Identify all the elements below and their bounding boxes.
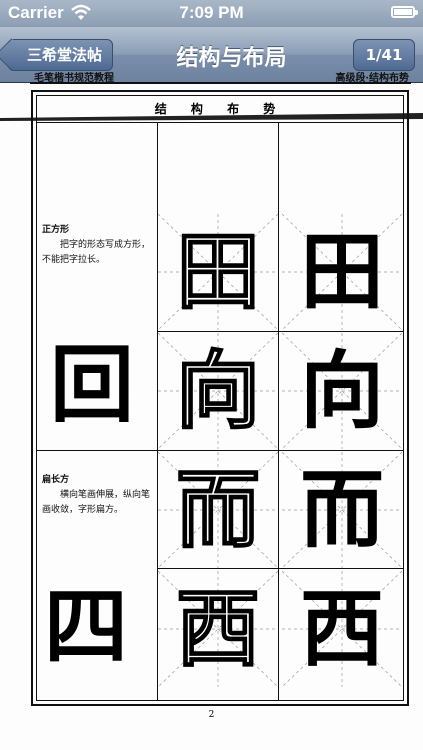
solid-character: 向 <box>299 341 384 440</box>
practice-cell: 向 <box>158 333 278 449</box>
section-heading: 正方形 <box>42 225 70 235</box>
outline-character: 向 <box>175 340 261 441</box>
solid-character: 西 <box>299 579 384 678</box>
practice-cell: 田 <box>282 214 402 330</box>
outline-character: 西 <box>175 578 261 679</box>
back-button[interactable]: 三希堂法帖 <box>8 39 114 71</box>
practice-cell: 向 <box>282 333 402 449</box>
practice-cell: 而 <box>158 452 278 568</box>
header-rule <box>30 82 411 84</box>
section-title: 结 构 布 势 <box>154 102 286 116</box>
battery-fill <box>394 9 412 15</box>
description-line: 画收敛，字形扁方。 <box>42 505 124 515</box>
row-divider <box>157 568 404 569</box>
example-character: 四 <box>44 577 129 676</box>
description-line: 横向笔画伸展，纵向笔 <box>60 490 151 500</box>
column-divider <box>278 123 279 701</box>
outline-character: 田 <box>175 221 261 322</box>
back-button-label: 三希堂法帖 <box>27 46 103 64</box>
description-line: 不能把字拉长。 <box>42 255 106 265</box>
page-number: 2 <box>208 710 215 720</box>
description-line: 把字的形态写成方形， <box>60 240 151 250</box>
practice-cell: 而 <box>282 452 402 568</box>
page-indicator-button[interactable]: 1/41 <box>353 39 415 71</box>
section-heading: 扁长方 <box>42 475 70 485</box>
solid-character: 田 <box>299 222 384 321</box>
example-character: 回 <box>50 335 135 434</box>
practice-cell: 田 <box>158 214 278 330</box>
title-rule <box>36 122 404 123</box>
battery-icon <box>391 6 418 18</box>
practice-cell: 西 <box>282 571 402 687</box>
outline-character: 而 <box>175 459 261 560</box>
section-divider <box>36 450 404 451</box>
page-title: 结构与布局 <box>176 46 287 71</box>
status-bar: Carrier 7:09 PM <box>0 0 423 27</box>
section-description: 扁长方 横向笔画伸展，纵向笔 画收敛，字形扁方。 <box>42 473 154 518</box>
status-time: 7:09 PM <box>179 3 244 22</box>
solid-character: 而 <box>299 460 384 559</box>
row-divider <box>157 331 404 332</box>
section-description: 正方形 把字的形态写成方形， 不能把字拉长。 <box>42 223 154 268</box>
practice-cell: 西 <box>158 571 278 687</box>
